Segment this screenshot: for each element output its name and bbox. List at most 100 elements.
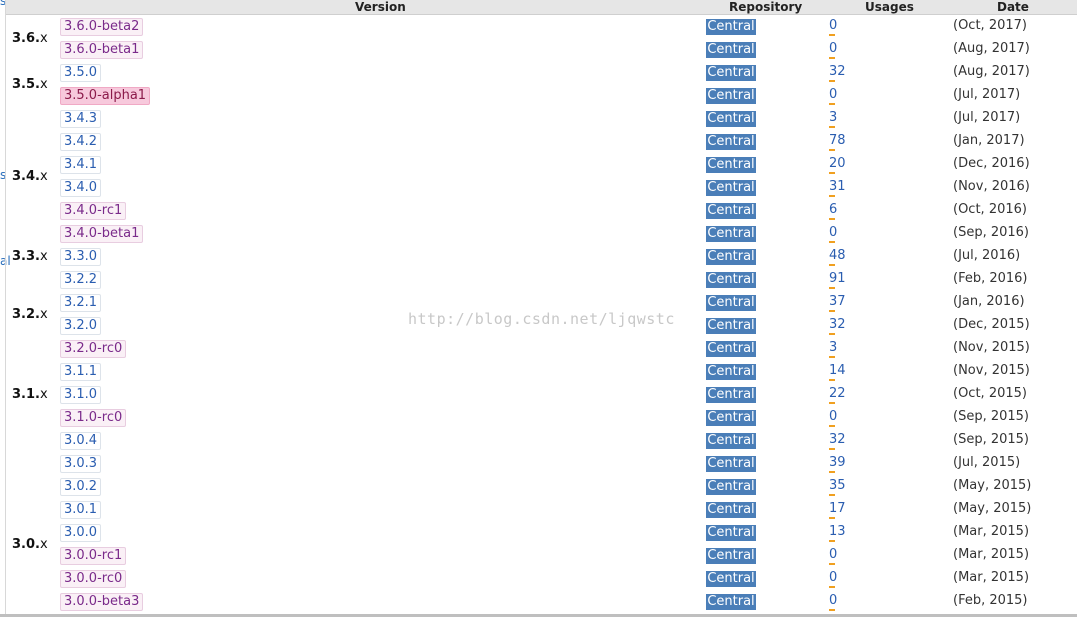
repository-link[interactable]: Central xyxy=(706,502,756,518)
usages-link[interactable]: 20 xyxy=(829,156,846,174)
repository-link[interactable]: Central xyxy=(706,249,756,265)
repository-link[interactable]: Central xyxy=(706,594,756,610)
usages-link[interactable]: 32 xyxy=(829,317,846,335)
repository-link[interactable]: Central xyxy=(706,111,756,127)
version-link[interactable]: 3.1.0-rc0 xyxy=(60,409,127,427)
usages-count: 0 xyxy=(829,18,838,33)
repository-link[interactable]: Central xyxy=(706,571,756,587)
usages-link[interactable]: 22 xyxy=(829,386,846,404)
version-link[interactable]: 3.0.1 xyxy=(60,501,102,519)
table-row: 3.4.2 Central 78 (Jan, 2017) xyxy=(6,130,1077,153)
release-date: (Oct, 2015) xyxy=(953,386,1027,401)
usages-link[interactable]: 0 xyxy=(829,41,837,59)
version-link[interactable]: 3.4.0-beta1 xyxy=(60,225,144,243)
version-link[interactable]: 3.1.1 xyxy=(60,363,102,381)
version-link[interactable]: 3.3.0 xyxy=(60,248,102,266)
repository-link[interactable]: Central xyxy=(706,548,756,564)
release-date: (Sep, 2015) xyxy=(953,409,1029,424)
usages-link[interactable]: 37 xyxy=(829,294,846,312)
version-link[interactable]: 3.0.0 xyxy=(60,524,102,542)
repository-link[interactable]: Central xyxy=(706,65,756,81)
usages-link[interactable]: 0 xyxy=(829,593,837,611)
table-row: 3.5.0-alpha1 Central 0 (Jul, 2017) xyxy=(6,84,1077,107)
table-row: 3.2.0-rc0 Central 3 (Nov, 2015) xyxy=(6,337,1077,360)
usages-count: 48 xyxy=(829,248,846,263)
version-link[interactable]: 3.6.0-beta1 xyxy=(60,41,144,59)
repository-link[interactable]: Central xyxy=(706,341,756,357)
version-link[interactable]: 3.1.0 xyxy=(60,386,102,404)
repository-link[interactable]: Central xyxy=(706,88,756,104)
usages-link[interactable]: 0 xyxy=(829,570,837,588)
usages-count: 91 xyxy=(829,271,846,286)
usages-count: 20 xyxy=(829,156,846,171)
version-link[interactable]: 3.4.3 xyxy=(60,110,102,128)
version-link[interactable]: 3.2.0 xyxy=(60,317,102,335)
usages-bar xyxy=(829,609,835,611)
usages-link[interactable]: 32 xyxy=(829,64,846,82)
usages-link[interactable]: 91 xyxy=(829,271,846,289)
usages-link[interactable]: 3 xyxy=(829,340,837,358)
version-link[interactable]: 3.4.0 xyxy=(60,179,102,197)
version-link[interactable]: 3.5.0 xyxy=(60,64,102,82)
release-date: (Jan, 2017) xyxy=(953,133,1025,148)
usages-link[interactable]: 6 xyxy=(829,202,837,220)
header-version[interactable]: Version xyxy=(355,0,406,14)
repository-link[interactable]: Central xyxy=(706,456,756,472)
repository-link[interactable]: Central xyxy=(706,203,756,219)
usages-link[interactable]: 17 xyxy=(829,501,846,519)
version-link[interactable]: 3.4.1 xyxy=(60,156,102,174)
usages-link[interactable]: 78 xyxy=(829,133,846,151)
version-link[interactable]: 3.0.3 xyxy=(60,455,102,473)
version-link[interactable]: 3.0.0-rc1 xyxy=(60,547,127,565)
repository-link[interactable]: Central xyxy=(706,387,756,403)
repository-link[interactable]: Central xyxy=(706,226,756,242)
version-link[interactable]: 3.2.2 xyxy=(60,271,102,289)
version-link[interactable]: 3.4.0-rc1 xyxy=(60,202,127,220)
repository-link[interactable]: Central xyxy=(706,433,756,449)
usages-link[interactable]: 0 xyxy=(829,18,838,36)
usages-link[interactable]: 0 xyxy=(829,225,837,243)
version-link[interactable]: 3.5.0-alpha1 xyxy=(60,87,151,105)
version-link[interactable]: 3.0.4 xyxy=(60,432,102,450)
table-row: 3.1.0-rc0 Central 0 (Sep, 2015) xyxy=(6,406,1077,429)
repository-link[interactable]: Central xyxy=(706,42,756,58)
table-row: 3.4.3 Central 3 (Jul, 2017) xyxy=(6,107,1077,130)
header-repository[interactable]: Repository xyxy=(729,0,802,14)
usages-link[interactable]: 39 xyxy=(829,455,846,473)
header-date[interactable]: Date xyxy=(997,0,1029,14)
version-link[interactable]: 3.0.2 xyxy=(60,478,102,496)
table-row: 3.0.0-rc0 Central 0 (Mar, 2015) xyxy=(6,567,1077,590)
repository-link[interactable]: Central xyxy=(706,19,756,35)
usages-link[interactable]: 0 xyxy=(829,547,837,565)
repository-link[interactable]: Central xyxy=(706,318,756,334)
version-link[interactable]: 3.6.0-beta2 xyxy=(60,18,144,36)
repository-link[interactable]: Central xyxy=(706,180,756,196)
repository-link[interactable]: Central xyxy=(706,364,756,380)
usages-link[interactable]: 48 xyxy=(829,248,846,266)
usages-bar xyxy=(829,241,835,243)
version-link[interactable]: 3.4.2 xyxy=(60,133,102,151)
repository-link[interactable]: Central xyxy=(706,272,756,288)
version-link[interactable]: 3.2.0-rc0 xyxy=(60,340,127,358)
usages-link[interactable]: 13 xyxy=(829,524,846,542)
usages-link[interactable]: 35 xyxy=(829,478,846,496)
repository-link[interactable]: Central xyxy=(706,134,756,150)
version-link[interactable]: 3.2.1 xyxy=(60,294,102,312)
repository-link[interactable]: Central xyxy=(706,295,756,311)
header-usages[interactable]: Usages xyxy=(865,0,914,14)
repository-link[interactable]: Central xyxy=(706,525,756,541)
usages-link[interactable]: 3 xyxy=(829,110,837,128)
repository-link[interactable]: Central xyxy=(706,410,756,426)
version-link[interactable]: 3.0.0-rc0 xyxy=(60,570,127,588)
repository-link[interactable]: Central xyxy=(706,157,756,173)
version-link[interactable]: 3.0.0-beta3 xyxy=(60,593,144,611)
usages-link[interactable]: 14 xyxy=(829,363,846,381)
table-row: 3.4.1 Central 20 (Dec, 2016) xyxy=(6,153,1077,176)
repository-link[interactable]: Central xyxy=(706,479,756,495)
table-row: 3.2.2 Central 91 (Feb, 2016) xyxy=(6,268,1077,291)
usages-link[interactable]: 32 xyxy=(829,432,846,450)
usages-link[interactable]: 31 xyxy=(829,179,846,197)
usages-link[interactable]: 0 xyxy=(829,409,837,427)
versions-table: Version Repository Usages Date 3.6.x 3.5… xyxy=(6,0,1077,617)
usages-link[interactable]: 0 xyxy=(829,87,837,105)
